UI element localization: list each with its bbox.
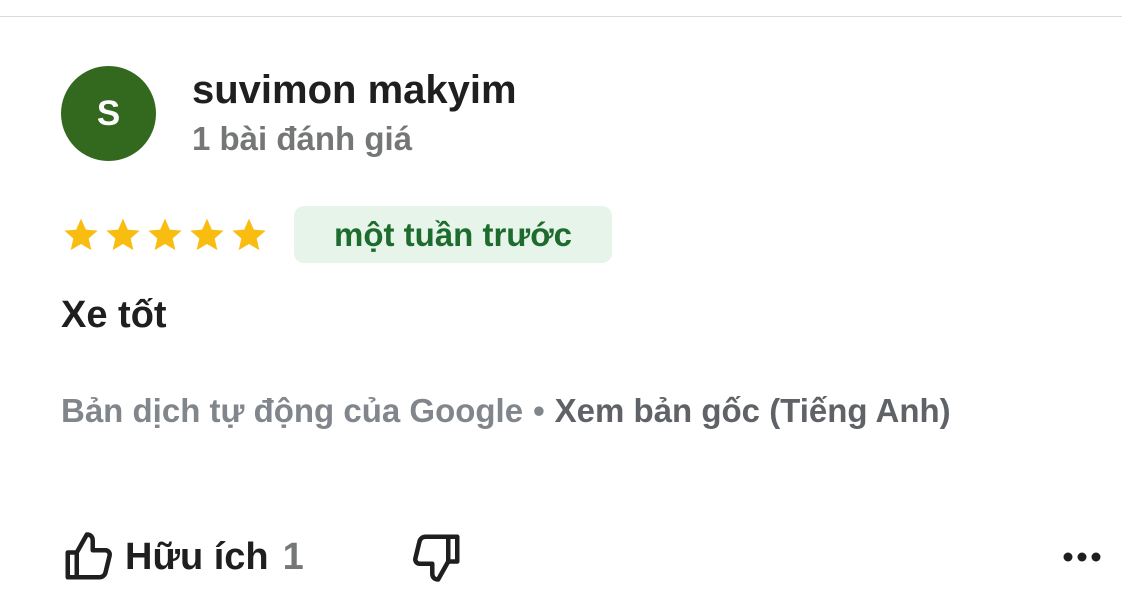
thumbs-down-icon <box>413 534 460 582</box>
star-icon <box>232 218 266 251</box>
star-icon <box>190 218 224 251</box>
more-options-button[interactable] <box>1056 540 1108 574</box>
helpful-button[interactable]: Hữu ích 1 <box>61 527 304 587</box>
helpful-count: 1 <box>282 535 304 578</box>
divider <box>0 16 1122 17</box>
translation-row: Bản dịch tự động của Google • Xem bản gố… <box>61 392 951 430</box>
star-icon <box>64 218 98 251</box>
see-original-link[interactable]: Xem bản gốc (Tiếng Anh) <box>555 392 951 430</box>
review-time-badge: một tuần trước <box>294 206 612 263</box>
avatar-initial: S <box>96 93 121 133</box>
avatar[interactable]: S <box>61 66 156 161</box>
review-text: Xe tốt <box>61 294 167 336</box>
dislike-button[interactable] <box>410 530 468 588</box>
more-horizontal-icon <box>1063 552 1101 562</box>
separator-dot: • <box>533 392 545 429</box>
translation-note: Bản dịch tự động của Google <box>61 392 524 429</box>
helpful-label: Hữu ích <box>125 535 269 578</box>
review-card: S suvimon makyim 1 bài đánh giá một tuần… <box>0 0 1122 600</box>
thumbs-up-icon <box>65 532 112 580</box>
star-icon <box>106 218 140 251</box>
star-rating <box>61 213 269 257</box>
star-icon <box>148 218 182 251</box>
author-review-count: 1 bài đánh giá <box>192 120 413 157</box>
author-name[interactable]: suvimon makyim <box>192 68 517 113</box>
review-time: một tuần trước <box>333 215 573 253</box>
